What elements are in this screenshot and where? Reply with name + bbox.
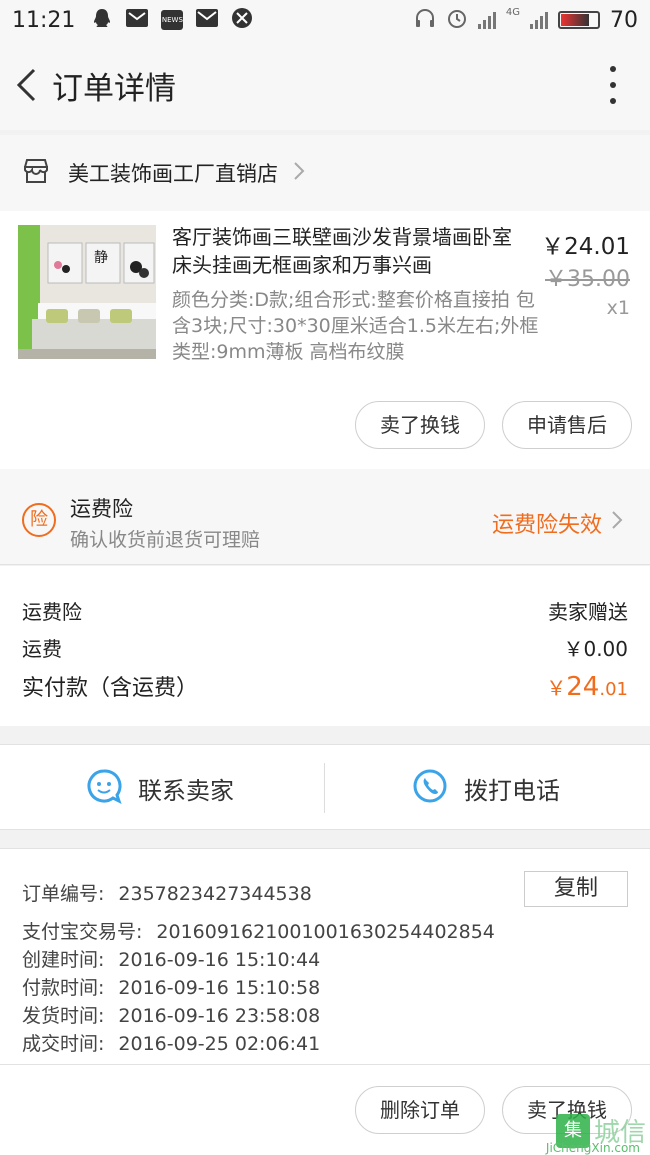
alipay-number-row: 支付宝交易号: 2016091621001001630254402854 xyxy=(22,917,495,944)
cost-row-shipping: 运费 ￥0.00 xyxy=(22,633,628,662)
order-number: 2357823427344538 xyxy=(118,883,312,905)
network-type: 4G xyxy=(505,7,520,18)
completed-time: 2016-09-25 02:06:41 xyxy=(118,1033,321,1055)
sell-for-cash-button[interactable]: 卖了换钱 xyxy=(355,401,485,449)
contact-seller-button[interactable]: 联系卖家 xyxy=(86,745,234,831)
shop-icon xyxy=(22,158,50,188)
paid-integer: 24 xyxy=(566,672,600,702)
news-icon: NEWS xyxy=(161,10,184,30)
shipping-insurance-row[interactable]: 险 运费险 确认收货前退货可理赔 运费险失效 xyxy=(0,469,650,565)
shipping-label: 运费 xyxy=(22,637,62,661)
order-number-row: 订单编号: 2357823427344538 xyxy=(22,879,312,906)
created-time-row: 创建时间: 2016-09-16 15:10:44 xyxy=(22,945,320,972)
call-phone-label: 拨打电话 xyxy=(464,776,560,805)
back-arrow-icon[interactable] xyxy=(6,65,46,105)
status-right: 4G 70 xyxy=(414,7,638,33)
order-number-label: 订单编号: xyxy=(22,883,105,905)
cost-row-paid: 实付款（含运费） ￥24.01 xyxy=(22,670,628,702)
insurance-status: 运费险失效 xyxy=(491,513,602,538)
completed-time-row: 成交时间: 2016-09-25 02:06:41 xyxy=(22,1029,320,1056)
call-phone-button[interactable]: 拨打电话 xyxy=(412,745,560,831)
paid-time-label: 付款时间: xyxy=(22,977,105,999)
chevron-right-icon xyxy=(610,509,624,535)
product-card: 静 客厅装饰画三联壁画沙发背景墙画卧室床头挂画无框画家和万事兴画 颜色分类:D款… xyxy=(0,211,650,469)
apply-after-sale-button[interactable]: 申请售后 xyxy=(502,401,632,449)
signal-icon-2 xyxy=(530,11,548,29)
browser-icon xyxy=(231,7,253,33)
product-original-price: ￥35.00 xyxy=(545,267,630,292)
insurance-description: 确认收货前退货可理赔 xyxy=(70,529,261,551)
shipped-time: 2016-09-16 23:58:08 xyxy=(118,1005,321,1027)
battery-icon xyxy=(558,11,600,29)
insurance-label: 运费险 xyxy=(22,600,82,624)
status-time: 11:21 xyxy=(12,7,76,33)
insurance-value: 卖家赠送 xyxy=(548,600,628,624)
status-bar: 11:21 NEWS 4G 70 xyxy=(0,0,650,40)
shipping-value: ￥0.00 xyxy=(563,637,628,661)
battery-level: 70 xyxy=(610,7,638,33)
paid-time: 2016-09-16 15:10:58 xyxy=(118,977,321,999)
paid-decimal: .01 xyxy=(599,679,628,700)
qq-icon xyxy=(91,7,113,33)
product-thumbnail[interactable]: 静 xyxy=(18,225,156,359)
chevron-right-icon xyxy=(292,160,306,186)
notification-icons: NEWS xyxy=(91,7,253,33)
page-title: 订单详情 xyxy=(52,70,176,107)
contact-seller-label: 联系卖家 xyxy=(138,776,234,805)
contact-bar: 联系卖家 拨打电话 xyxy=(0,744,650,830)
app-header: 订单详情 xyxy=(0,40,650,130)
thumbnail-text: 静 xyxy=(94,250,108,266)
headphones-icon xyxy=(414,8,436,32)
product-attributes: 颜色分类:D款;组合形式:整套价格直接拍 包含3块;尺寸:30*30厘米适合1.… xyxy=(172,289,539,363)
paid-symbol: ￥ xyxy=(546,676,567,700)
watermark-url: JiChengXin.com xyxy=(545,1141,640,1155)
delete-order-button[interactable]: 删除订单 xyxy=(355,1086,485,1134)
product-quantity: x1 xyxy=(606,297,630,319)
cost-row-insurance: 运费险 卖家赠送 xyxy=(22,596,628,625)
insurance-title: 运费险 xyxy=(70,497,133,521)
insurance-badge-icon: 险 xyxy=(22,503,56,537)
shop-name: 美工装饰画工厂直销店 xyxy=(68,162,278,186)
paid-time-row: 付款时间: 2016-09-16 15:10:58 xyxy=(22,973,320,1000)
product-title[interactable]: 客厅装饰画三联壁画沙发背景墙画卧室床头挂画无框画家和万事兴画 xyxy=(172,223,522,279)
copy-button[interactable]: 复制 xyxy=(524,871,628,907)
alarm-icon xyxy=(446,7,468,33)
shipped-time-row: 发货时间: 2016-09-16 23:58:08 xyxy=(22,1001,320,1028)
alipay-number: 2016091621001001630254402854 xyxy=(156,921,495,943)
paid-amount: ￥24.01 xyxy=(546,672,628,702)
completed-label: 成交时间: xyxy=(22,1033,105,1055)
created-time: 2016-09-16 15:10:44 xyxy=(118,949,321,971)
phone-icon xyxy=(412,768,448,808)
created-label: 创建时间: xyxy=(22,949,105,971)
cost-summary: 运费险 卖家赠送 运费 ￥0.00 实付款（含运费） ￥24.01 xyxy=(0,566,650,726)
paid-label: 实付款（含运费） xyxy=(22,676,199,701)
signal-icon xyxy=(477,11,496,29)
order-info: 订单编号: 2357823427344538 复制 支付宝交易号: 20160916… xyxy=(0,848,650,1066)
more-options-icon[interactable] xyxy=(606,66,620,104)
contact-divider xyxy=(324,763,325,813)
product-price: ￥24.01 xyxy=(541,234,630,260)
alipay-label: 支付宝交易号: xyxy=(22,921,143,943)
mail-open-icon xyxy=(125,8,149,32)
mail-icon xyxy=(195,8,219,32)
shop-row[interactable]: 美工装饰画工厂直销店 xyxy=(0,135,650,211)
shipped-label: 发货时间: xyxy=(22,1005,105,1027)
chat-bubble-icon xyxy=(86,768,122,808)
